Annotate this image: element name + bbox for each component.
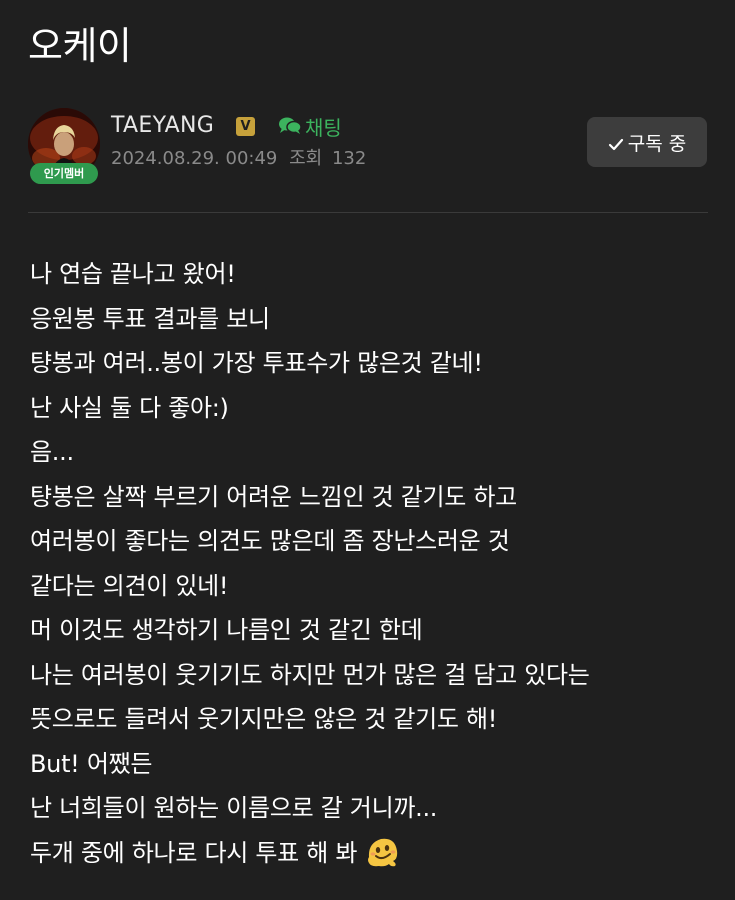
body-line: 뜻으로도 들려서 웃기지만은 않은 것 같기도 해! [30,705,498,733]
body-line: 여러봉이 좋다는 의견도 많은데 좀 장난스러운 것 [30,527,510,555]
body-line: 난 사실 둘 다 좋아:) [30,393,229,422]
body-line: 턍봉은 살짝 부르기 어려운 느낌인 것 같기도 하고 [30,482,517,511]
body-line: 턍봉과 여러..봉이 가장 투표수가 많은것 같네! [30,349,483,377]
author-name[interactable]: TAEYANG [111,112,214,140]
body-line: 난 너희들이 원하는 이름으로 갈 거니까... [30,794,438,822]
body-line: 머 이것도 생각하기 나름인 것 같긴 한데 [30,616,423,644]
check-icon [608,135,624,151]
body-line: 나 연습 끝나고 왔어! [30,260,236,288]
divider [28,212,708,213]
post-page: 오케이 인기멤버 TAEYANG V 채팅 2024.08.29. 00:49 … [0,0,735,900]
body-line: But! 어쨌든 [30,749,153,778]
post-title: 오케이 [28,24,132,68]
views-label: 조회 [289,148,323,169]
body-line-last: 두개 중에 하나로 다시 투표 해 봐 [30,831,720,876]
chat-label: 채팅 [305,115,342,140]
melting-face-emoji-icon [365,833,401,869]
post-date: 2024.08.29. 00:49 [111,148,278,169]
body-line: 같다는 의견이 있네! [30,571,229,600]
body-line: 나는 여러봉이 웃기기도 하지만 먼가 많은 걸 담고 있다는 [30,660,590,689]
body-line: 응원봉 투표 결과를 보니 [30,304,270,333]
chat-bubbles-icon [278,116,302,136]
verified-icon: V [236,117,255,136]
body-line-text: 두개 중에 하나로 다시 투표 해 봐 [30,838,358,867]
post-meta: 2024.08.29. 00:49 조회 132 [111,146,366,172]
subscribe-label: 구독 중 [627,132,687,155]
popular-member-badge: 인기멤버 [30,163,98,184]
chat-link[interactable]: 채팅 [278,112,342,140]
body-line: 음... [30,438,74,466]
subscribe-button[interactable]: 구독 중 [587,117,707,167]
post-body: 나 연습 끝나고 왔어! 응원봉 투표 결과를 보니 턍봉과 여러..봉이 가장… [30,252,720,875]
views-count: 132 [331,148,367,169]
